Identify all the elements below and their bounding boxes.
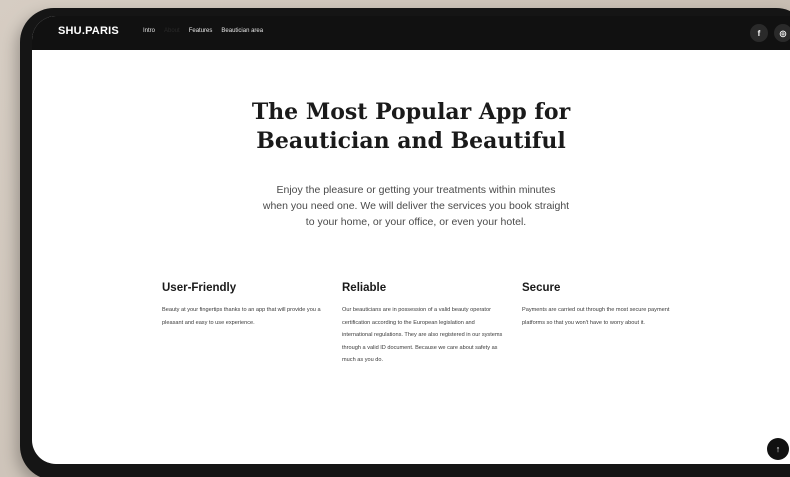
feature-title: Reliable <box>342 282 387 294</box>
feature-user-friendly: User-Friendly Beauty at your fingertips … <box>162 282 332 329</box>
hero-title-line-2: Beautician and Beautiful <box>256 128 566 154</box>
nav-item-beautician-area[interactable]: Beautician area <box>221 28 263 34</box>
screen: SHU.PARIS Intro About Features Beauticia… <box>32 16 790 464</box>
hero-subtitle-line-2: when you need one. We will deliver the s… <box>262 200 570 212</box>
feature-text: Beauty at your fingertips thanks to an a… <box>162 307 321 326</box>
top-navbar: SHU.PARIS Intro About Features Beauticia… <box>32 16 790 50</box>
hero-subtitle-line-1: Enjoy the pleasure or getting your treat… <box>276 184 556 196</box>
nav-item-features[interactable]: Features <box>189 28 213 34</box>
brand-logo[interactable]: SHU.PARIS <box>58 25 119 37</box>
nav-item-about[interactable]: About <box>164 28 180 34</box>
hero-title-line-1: The Most Popular App for <box>251 99 571 125</box>
nav-item-intro[interactable]: Intro <box>143 28 155 34</box>
hero-title: The Most Popular App for Beautician and … <box>32 98 790 156</box>
main-nav: Intro About Features Beautician area <box>143 28 272 34</box>
facebook-icon[interactable]: f <box>750 24 768 42</box>
feature-title: User-Friendly <box>162 282 237 294</box>
instagram-icon[interactable]: ◎ <box>774 24 790 42</box>
feature-reliable: Reliable Our beauticians are in possessi… <box>342 282 504 367</box>
hero-subtitle: Enjoy the pleasure or getting your treat… <box>236 182 596 230</box>
hero-subtitle-line-3: to your home, or your office, or even yo… <box>305 216 527 228</box>
feature-secure: Secure Payments are carried out through … <box>522 282 692 329</box>
feature-text: Our beauticians are in possession of a v… <box>342 307 503 363</box>
feature-title: Secure <box>522 282 561 294</box>
feature-text: Payments are carried out through the mos… <box>522 307 670 326</box>
scroll-to-top-button[interactable]: ↑ <box>767 438 789 460</box>
